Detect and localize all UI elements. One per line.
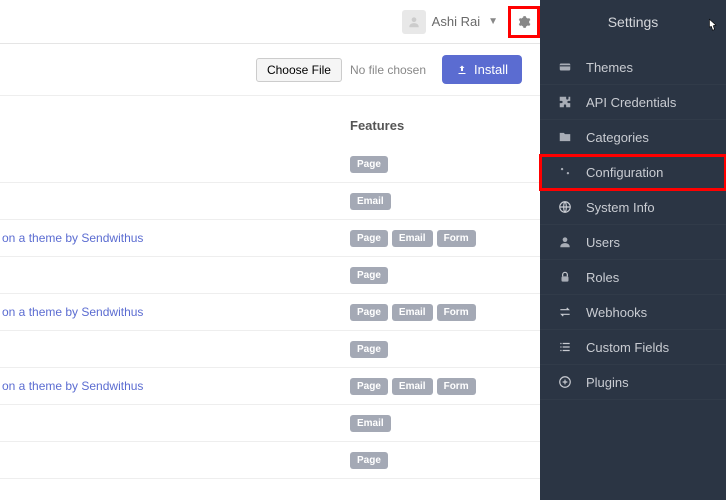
table-row: Page [0,331,540,368]
sidebar-item-categories[interactable]: Categories [540,120,726,155]
plus-circle-icon [558,375,572,389]
install-label: Install [474,62,508,77]
row-description[interactable]: on a theme by Sendwithus [2,305,350,319]
badge-page: Page [350,304,388,321]
sidebar-item-webhooks[interactable]: Webhooks [540,295,726,330]
gear-icon [517,15,531,29]
no-file-label: No file chosen [350,63,426,77]
sidebar-item-plugins[interactable]: Plugins [540,365,726,400]
sidebar-item-label: Custom Fields [586,340,669,355]
table-row: on a theme by SendwithusPageEmailForm [0,220,540,257]
table-row: Email [0,183,540,220]
badge-email: Email [392,230,433,247]
badge-form: Form [437,378,476,395]
caret-down-icon: ▼ [488,16,498,27]
row-description[interactable]: on a theme by Sendwithus [2,231,350,245]
sidebar-item-label: API Credentials [586,95,676,110]
sidebar-item-label: Themes [586,60,633,75]
feature-badges: Email [350,415,391,432]
sidebar-item-roles[interactable]: Roles [540,260,726,295]
sidebar-item-label: Roles [586,270,619,285]
sidebar-item-label: Plugins [586,375,629,390]
content: Features PageEmailon a theme by Sendwith… [0,96,540,479]
badge-form: Form [437,230,476,247]
feature-badges: PageEmailForm [350,230,476,247]
badge-email: Email [350,193,391,210]
sidebar-item-users[interactable]: Users [540,225,726,260]
row-description[interactable]: on a theme by Sendwithus [2,379,350,393]
sidebar-item-system-info[interactable]: System Info [540,190,726,225]
badge-form: Form [437,304,476,321]
badge-page: Page [350,452,388,469]
feature-badges: Page [350,267,388,284]
table-row: Page [0,442,540,479]
username: Ashi Rai [432,14,480,29]
sidebar-item-configuration[interactable]: Configuration [540,155,726,190]
badge-page: Page [350,267,388,284]
feature-badges: Page [350,452,388,469]
badge-email: Email [392,378,433,395]
list-icon [558,340,572,354]
badge-page: Page [350,378,388,395]
sidebar-item-api-credentials[interactable]: API Credentials [540,85,726,120]
folder-icon [558,130,572,144]
settings-gear-button[interactable] [508,6,540,38]
card-icon [558,60,572,74]
sliders-icon [558,165,572,179]
sidebar-item-label: Configuration [586,165,663,180]
sidebar-title: Settings [540,0,726,42]
table-row: Page [0,146,540,183]
exchange-icon [558,305,572,319]
badge-email: Email [392,304,433,321]
table-row: on a theme by SendwithusPageEmailForm [0,368,540,405]
sidebar-item-label: Users [586,235,620,250]
sidebar-item-themes[interactable]: Themes [540,50,726,85]
badge-page: Page [350,156,388,173]
feature-badges: Email [350,193,391,210]
badge-page: Page [350,230,388,247]
feature-badges: PageEmailForm [350,378,476,395]
feature-badges: Page [350,341,388,358]
topbar: Ashi Rai ▼ [0,0,540,44]
table-row: Page [0,257,540,294]
table-row: on a theme by SendwithusPageEmailForm [0,294,540,331]
feature-badges: Page [350,156,388,173]
sidebar-item-label: Categories [586,130,649,145]
puzzle-icon [558,95,572,109]
table-row: Email [0,405,540,442]
feature-badges: PageEmailForm [350,304,476,321]
install-button[interactable]: Install [442,55,522,84]
badge-email: Email [350,415,391,432]
sidebar-item-label: Webhooks [586,305,647,320]
choose-file-button[interactable]: Choose File [256,58,342,82]
user-icon [558,235,572,249]
upload-icon [456,64,468,76]
avatar [402,10,426,34]
sidebar-item-label: System Info [586,200,655,215]
sidebar-item-custom-fields[interactable]: Custom Fields [540,330,726,365]
user-menu[interactable]: Ashi Rai ▼ [392,10,508,34]
features-column-header: Features [350,118,404,133]
toolbar: Choose File No file chosen Install [0,44,540,96]
settings-sidebar: Settings Themes API Credentials Categories… [540,0,726,500]
badge-page: Page [350,341,388,358]
globe-icon [558,200,572,214]
lock-icon [558,270,572,284]
